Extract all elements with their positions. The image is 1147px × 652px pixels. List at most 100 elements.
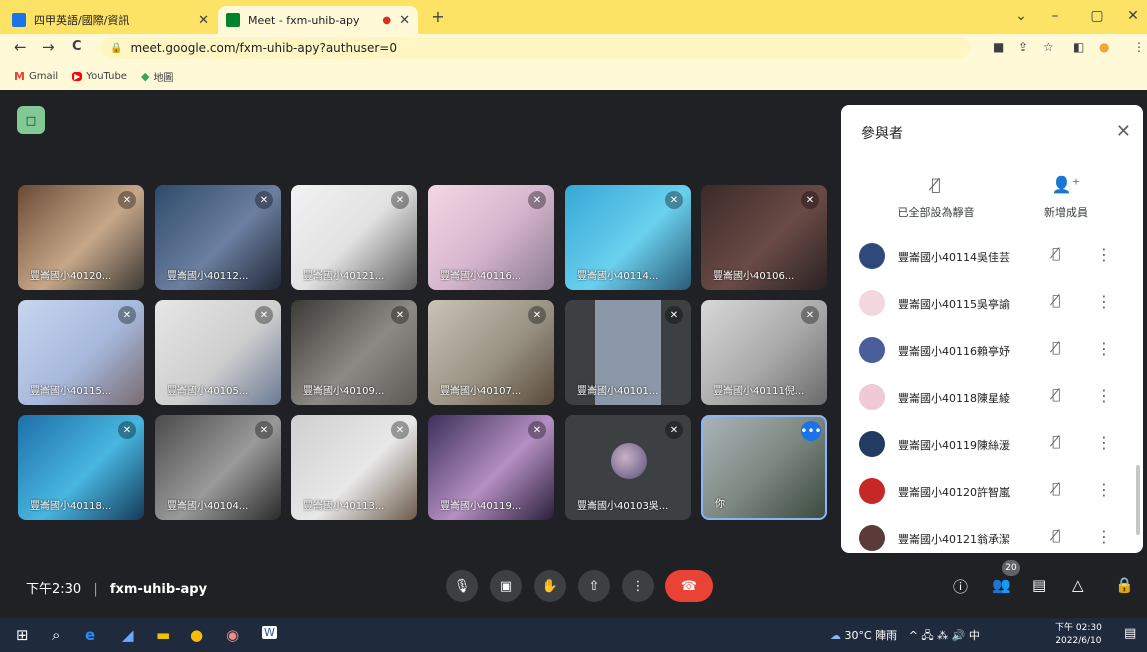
forward-arrow-icon[interactable]: → xyxy=(42,38,55,56)
internet-explorer-icon[interactable]: e xyxy=(85,626,95,644)
participant-video-tile[interactable]: ✕ 豐崙國小40112... xyxy=(155,185,281,290)
participant-video-tile[interactable]: ✕ 豐崙國小40116... xyxy=(428,185,554,290)
chrome-menu-icon[interactable]: ⋮ xyxy=(1133,40,1145,54)
mic-off-icon[interactable]: 🎙̸ xyxy=(1052,387,1060,403)
participant-video-tile[interactable]: ✕ 豐崙國小40111倪... xyxy=(701,300,827,405)
participant-name: 豐崙國小40116賴亭妤 xyxy=(898,345,1010,358)
back-arrow-icon[interactable]: ← xyxy=(14,38,27,56)
mute-all-button[interactable]: 🎙̸ 已全部設為靜音 xyxy=(876,175,996,220)
chat-icon[interactable]: ▤ xyxy=(1032,576,1046,594)
meeting-details-icon[interactable]: ⓘ xyxy=(953,576,968,597)
windows-taskbar: ⊞ ⌕ e ◢ ▬ ● ◉ W ☁ 30°C 陣雨 ^ 🖧 ⁂ 🔊 中 下午 0… xyxy=(0,618,1147,652)
participant-video-tile[interactable]: ✕ 豐崙國小40109... xyxy=(291,300,417,405)
bookmark-youtube[interactable]: ▶ YouTube xyxy=(72,71,127,82)
participant-row[interactable]: 豐崙國小40119陳絲湲 🎙̸ ⋮ xyxy=(841,423,1143,471)
file-explorer-icon[interactable]: ▬ xyxy=(156,626,170,644)
bookmark-maps[interactable]: ◆ 地圖 xyxy=(141,69,173,84)
participant-avatar xyxy=(859,431,885,457)
participant-video-tile[interactable]: ✕ 豐崙國小40119... xyxy=(428,415,554,520)
new-tab-button[interactable]: + xyxy=(428,7,448,26)
app-icon[interactable]: ◢ xyxy=(122,626,134,644)
participant-video-tile[interactable]: ✕ 豐崙國小40121... xyxy=(291,185,417,290)
more-options-icon[interactable]: ⋮ xyxy=(1096,339,1112,358)
share-icon[interactable]: ⇪ xyxy=(1018,40,1028,54)
present-button[interactable]: ⇧ xyxy=(578,570,610,602)
tab-meet[interactable]: Meet - fxm-uhib-apy ● ✕ xyxy=(218,6,418,34)
participant-row[interactable]: 豐崙國小40120許智嵐 🎙̸ ⋮ xyxy=(841,470,1143,518)
close-window-button[interactable]: ✕ xyxy=(1123,8,1143,24)
more-options-icon[interactable]: ⋮ xyxy=(1096,386,1112,405)
participant-row[interactable]: 豐崙國小40115吳亭諭 🎙̸ ⋮ xyxy=(841,282,1143,330)
more-options-icon[interactable]: ⋮ xyxy=(1096,480,1112,499)
more-options-icon[interactable]: ⋮ xyxy=(1096,245,1112,264)
leave-call-button[interactable]: ☎ xyxy=(665,570,713,602)
tab-search-icon[interactable]: ⌄ xyxy=(1011,8,1031,24)
tile-name-label: 豐崙國小40106... xyxy=(713,271,795,282)
close-tab-icon[interactable]: ✕ xyxy=(399,13,410,28)
tray-icons[interactable]: ^ 🖧 ⁂ 🔊 中 xyxy=(909,629,980,642)
self-video-tile[interactable]: ••• 你 xyxy=(701,415,827,520)
panel-scrollbar[interactable] xyxy=(1136,465,1140,535)
mic-off-icon[interactable]: 🎙̸ xyxy=(1052,340,1060,356)
participant-row[interactable]: 豐崙國小40118陳星綾 🎙̸ ⋮ xyxy=(841,376,1143,424)
reload-icon[interactable]: C xyxy=(72,39,82,54)
tab-classroom[interactable]: 四甲英語/國際/資訊 ✕ xyxy=(4,6,217,34)
chrome-icon[interactable]: ● xyxy=(190,626,203,644)
participant-video-tile[interactable]: ✕ 豐崙國小40106... xyxy=(701,185,827,290)
participant-video-tile[interactable]: ✕ 豐崙國小40114... xyxy=(565,185,691,290)
participant-video-tile[interactable]: ✕ 豐崙國小40103吳... xyxy=(565,415,691,520)
profile-avatar-icon[interactable]: ● xyxy=(1099,40,1109,54)
bookmark-star-icon[interactable]: ☆ xyxy=(1043,40,1054,54)
participant-video-tile[interactable]: ✕ 豐崙國小40107... xyxy=(428,300,554,405)
microphone-button[interactable]: 🎙 xyxy=(446,570,478,602)
mic-off-icon[interactable]: 🎙̸ xyxy=(1052,481,1060,497)
host-controls-icon[interactable]: 🔒 xyxy=(1115,576,1134,594)
participant-row[interactable]: 豐崙國小40121翁承潔 🎙̸ ⋮ xyxy=(841,517,1143,565)
people-icon[interactable]: 👥 xyxy=(992,576,1011,594)
address-bar[interactable]: 🔒 meet.google.com/fxm-uhib-apy?authuser=… xyxy=(100,37,970,59)
taskbar-clock[interactable]: 下午 02:30 2022/6/10 xyxy=(1055,622,1102,648)
participant-video-tile[interactable]: ✕ 豐崙國小40120... xyxy=(18,185,144,290)
windows-start-icon[interactable]: ⊞ xyxy=(16,626,29,644)
close-tab-icon[interactable]: ✕ xyxy=(198,13,209,28)
participant-video-tile[interactable]: ✕ 豐崙國小40113... xyxy=(291,415,417,520)
participant-video-tile[interactable]: ✕ 豐崙國小40104... xyxy=(155,415,281,520)
add-people-button[interactable]: 👤⁺ 新增成員 xyxy=(1006,175,1126,220)
participant-video-tile[interactable]: ✕ 豐崙國小40101... xyxy=(565,300,691,405)
word-icon[interactable]: W xyxy=(262,626,277,639)
tile-more-options-button[interactable]: ••• xyxy=(800,421,822,441)
search-icon[interactable]: ⌕ xyxy=(52,626,60,644)
close-panel-button[interactable]: ✕ xyxy=(1116,121,1131,142)
mic-off-icon: ✕ xyxy=(118,421,136,439)
tile-name-label: 豐崙國小40101... xyxy=(577,386,659,397)
more-options-button[interactable]: ⋮ xyxy=(622,570,654,602)
bookmark-gmail[interactable]: M Gmail xyxy=(14,70,58,83)
participant-row[interactable]: 豐崙國小40114吳佳芸 🎙̸ ⋮ xyxy=(841,235,1143,283)
more-options-icon[interactable]: ⋮ xyxy=(1096,292,1112,311)
mic-off-icon[interactable]: 🎙̸ xyxy=(1052,293,1060,309)
activities-icon[interactable]: △ xyxy=(1072,576,1084,594)
taskbar-date: 2022/6/10 xyxy=(1055,636,1102,646)
mic-off-icon: ✕ xyxy=(255,421,273,439)
mic-off-icon[interactable]: 🎙̸ xyxy=(1052,528,1060,544)
panel-title: 參與者 xyxy=(861,126,903,142)
camera-button[interactable]: ▣ xyxy=(490,570,522,602)
sidepanel-icon[interactable]: ◧ xyxy=(1073,40,1084,54)
camera-in-use-icon[interactable]: ■ xyxy=(993,40,1004,54)
participant-video-tile[interactable]: ✕ 豐崙國小40105... xyxy=(155,300,281,405)
minimize-button[interactable]: – xyxy=(1045,8,1065,24)
youtube-icon: ▶ xyxy=(72,71,83,81)
mic-off-icon[interactable]: 🎙̸ xyxy=(1052,246,1060,262)
mic-off-icon[interactable]: 🎙̸ xyxy=(1052,434,1060,450)
notifications-icon[interactable]: ▤ xyxy=(1124,626,1136,641)
meeting-badge-icon[interactable]: □ xyxy=(17,106,45,134)
participant-video-tile[interactable]: ✕ 豐崙國小40118... xyxy=(18,415,144,520)
weather-text[interactable]: 30°C 陣雨 xyxy=(845,629,898,642)
more-options-icon[interactable]: ⋮ xyxy=(1096,433,1112,452)
participant-row[interactable]: 豐崙國小40116賴亭妤 🎙̸ ⋮ xyxy=(841,329,1143,377)
restore-button[interactable]: ▢ xyxy=(1087,8,1107,24)
participant-video-tile[interactable]: ✕ 豐崙國小40115... xyxy=(18,300,144,405)
raise-hand-button[interactable]: ✋ xyxy=(534,570,566,602)
app-icon-2[interactable]: ◉ xyxy=(226,626,239,644)
more-options-icon[interactable]: ⋮ xyxy=(1096,527,1112,546)
